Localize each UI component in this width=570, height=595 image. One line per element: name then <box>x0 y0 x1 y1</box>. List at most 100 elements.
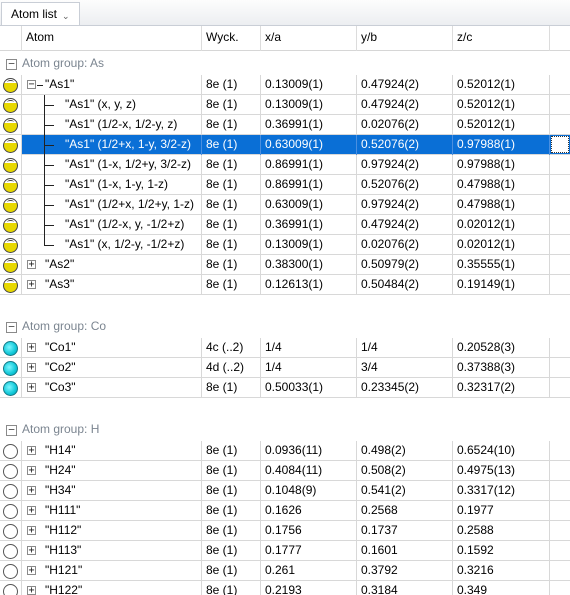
wyckoff-cell[interactable]: 8e (1) <box>202 541 261 561</box>
z-coordinate-cell[interactable]: 0.20528(3) <box>453 338 550 358</box>
x-coordinate-cell[interactable]: 0.0936(11) <box>261 441 357 461</box>
y-coordinate-cell[interactable]: 0.3792 <box>357 561 453 581</box>
atom-name-cell[interactable]: "As1" (1/2-x, y, -1/2+z) <box>0 215 202 235</box>
y-coordinate-cell[interactable]: 0.2568 <box>357 501 453 521</box>
x-coordinate-cell[interactable]: 0.36991(1) <box>261 215 357 235</box>
y-coordinate-cell[interactable]: 0.47924(2) <box>357 215 453 235</box>
x-coordinate-cell[interactable]: 0.38300(1) <box>261 255 357 275</box>
table-row[interactable]: "As1" (1/2-x, y, -1/2+z) 8e (1) 0.36991(1)… <box>0 215 570 235</box>
atom-name-cell[interactable]: "As1" (1/2+x, 1/2+y, 1-z) <box>0 195 202 215</box>
z-coordinate-cell[interactable]: 0.02012(1) <box>453 215 550 235</box>
y-coordinate-cell[interactable]: 0.52076(2) <box>357 175 453 195</box>
z-coordinate-cell[interactable]: 0.47988(1) <box>453 175 550 195</box>
atom-name-cell[interactable]: + "H112" <box>0 521 202 541</box>
x-coordinate-cell[interactable]: 0.86991(1) <box>261 175 357 195</box>
x-coordinate-cell[interactable]: 0.50033(1) <box>261 378 357 398</box>
collapse-icon[interactable]: − <box>6 321 17 333</box>
atom-list-tab[interactable]: Atom list ⌄ <box>1 2 80 25</box>
wyckoff-cell[interactable]: 8e (1) <box>202 215 261 235</box>
atom-name-cell[interactable]: "As1" (x, y, z) <box>0 95 202 115</box>
table-row[interactable]: + "Co3" 8e (1) 0.50033(1) 0.23345(2) 0.32317(… <box>0 378 570 398</box>
x-coordinate-cell[interactable]: 0.13009(1) <box>261 235 357 255</box>
expand-icon[interactable]: + <box>27 446 36 456</box>
y-coordinate-cell[interactable]: 0.23345(2) <box>357 378 453 398</box>
y-coordinate-cell[interactable]: 0.3184 <box>357 581 453 595</box>
atom-name-cell[interactable]: − "As1" <box>0 75 202 95</box>
x-coordinate-cell[interactable]: 1/4 <box>261 338 357 358</box>
x-coordinate-cell[interactable]: 0.36991(1) <box>261 115 357 135</box>
y-coordinate-cell[interactable]: 0.47924(2) <box>357 75 453 95</box>
wyckoff-cell[interactable]: 8e (1) <box>202 135 261 155</box>
table-row[interactable]: − "As1" 8e (1) 0.13009(1) 0.47924(2) 0.52012(… <box>0 75 570 95</box>
header-z[interactable]: z/c <box>453 26 550 51</box>
expand-icon[interactable]: + <box>27 343 36 353</box>
collapse-icon[interactable]: − <box>27 80 36 90</box>
header-wyck[interactable]: Wyck. <box>202 26 261 51</box>
table-row[interactable]: + "H24" 8e (1) 0.4084(11) 0.508(2) 0.4975(13) <box>0 461 570 481</box>
x-coordinate-cell[interactable]: 0.1777 <box>261 541 357 561</box>
wyckoff-cell[interactable]: 8e (1) <box>202 441 261 461</box>
wyckoff-cell[interactable]: 8e (1) <box>202 95 261 115</box>
z-coordinate-cell[interactable]: 0.35555(1) <box>453 255 550 275</box>
z-coordinate-cell[interactable]: 0.2588 <box>453 521 550 541</box>
z-coordinate-cell[interactable]: 0.3216 <box>453 561 550 581</box>
table-row[interactable]: "As1" (1-x, 1/2+y, 3/2-z) 8e (1) 0.86991(1… <box>0 155 570 175</box>
atom-name-cell[interactable]: + "H113" <box>0 541 202 561</box>
expand-icon[interactable]: + <box>27 506 36 516</box>
header-x[interactable]: x/a <box>261 26 357 51</box>
collapse-icon[interactable]: − <box>6 58 17 70</box>
wyckoff-cell[interactable]: 8e (1) <box>202 521 261 541</box>
header-atom[interactable]: Atom <box>22 26 202 51</box>
table-row[interactable]: + "As3" 8e (1) 0.12613(1) 0.50484(2) 0.19149(… <box>0 275 570 295</box>
table-row[interactable]: "As1" (1/2-x, 1/2-y, z) 8e (1) 0.36991(1) 0… <box>0 115 570 135</box>
wyckoff-cell[interactable]: 8e (1) <box>202 255 261 275</box>
wyckoff-cell[interactable]: 8e (1) <box>202 461 261 481</box>
z-coordinate-cell[interactable]: 0.3317(12) <box>453 481 550 501</box>
z-coordinate-cell[interactable]: 0.52012(1) <box>453 95 550 115</box>
atom-name-cell[interactable]: + "As2" <box>0 255 202 275</box>
table-row[interactable]: + "H111" 8e (1) 0.1626 0.2568 0.1977 <box>0 501 570 521</box>
atom-name-cell[interactable]: "As1" (1/2+x, 1-y, 3/2-z) <box>0 135 202 155</box>
table-row[interactable]: + "H121" 8e (1) 0.261 0.3792 0.3216 <box>0 561 570 581</box>
z-coordinate-cell[interactable]: 0.32317(2) <box>453 378 550 398</box>
wyckoff-cell[interactable]: 4d (..2) <box>202 358 261 378</box>
z-coordinate-cell[interactable]: 0.1977 <box>453 501 550 521</box>
y-coordinate-cell[interactable]: 0.97924(2) <box>357 155 453 175</box>
expand-icon[interactable]: + <box>27 566 36 576</box>
expand-icon[interactable]: + <box>27 363 36 373</box>
y-coordinate-cell[interactable]: 0.47924(2) <box>357 95 453 115</box>
expand-icon[interactable]: + <box>27 383 36 393</box>
wyckoff-cell[interactable]: 8e (1) <box>202 75 261 95</box>
atom-name-cell[interactable]: "As1" (1-x, 1/2+y, 3/2-z) <box>0 155 202 175</box>
z-coordinate-cell[interactable]: 0.6524(10) <box>453 441 550 461</box>
table-row[interactable]: "As1" (1-x, 1-y, 1-z) 8e (1) 0.86991(1) 0.5… <box>0 175 570 195</box>
x-coordinate-cell[interactable]: 0.63009(1) <box>261 135 357 155</box>
wyckoff-cell[interactable]: 8e (1) <box>202 378 261 398</box>
y-coordinate-cell[interactable]: 3/4 <box>357 358 453 378</box>
wyckoff-cell[interactable]: 8e (1) <box>202 195 261 215</box>
wyckoff-cell[interactable]: 8e (1) <box>202 581 261 595</box>
table-row[interactable]: + "H112" 8e (1) 0.1756 0.1737 0.2588 <box>0 521 570 541</box>
collapse-icon[interactable]: − <box>6 424 17 436</box>
z-coordinate-cell[interactable]: 0.19149(1) <box>453 275 550 295</box>
x-coordinate-cell[interactable]: 0.63009(1) <box>261 195 357 215</box>
table-row[interactable]: + "H113" 8e (1) 0.1777 0.1601 0.1592 <box>0 541 570 561</box>
atom-name-cell[interactable]: "As1" (1/2-x, 1/2-y, z) <box>0 115 202 135</box>
z-coordinate-cell[interactable]: 0.1592 <box>453 541 550 561</box>
z-coordinate-cell[interactable]: 0.97988(1) <box>453 135 550 155</box>
expand-icon[interactable]: + <box>27 546 36 556</box>
atom-name-cell[interactable]: + "Co1" <box>0 338 202 358</box>
x-coordinate-cell[interactable]: 0.1626 <box>261 501 357 521</box>
x-coordinate-cell[interactable]: 0.13009(1) <box>261 95 357 115</box>
table-row[interactable]: + "H122" 8e (1) 0.2193 0.3184 0.349 <box>0 581 570 595</box>
table-row[interactable]: "As1" (x, y, z) 8e (1) 0.13009(1) 0.47924(2… <box>0 95 570 115</box>
x-coordinate-cell[interactable]: 0.4084(11) <box>261 461 357 481</box>
y-coordinate-cell[interactable]: 0.02076(2) <box>357 115 453 135</box>
wyckoff-cell[interactable]: 4c (..2) <box>202 338 261 358</box>
z-coordinate-cell[interactable]: 0.37388(3) <box>453 358 550 378</box>
wyckoff-cell[interactable]: 8e (1) <box>202 115 261 135</box>
table-row[interactable]: "As1" (x, 1/2-y, -1/2+z) 8e (1) 0.13009(1)… <box>0 235 570 255</box>
z-coordinate-cell[interactable]: 0.349 <box>453 581 550 595</box>
wyckoff-cell[interactable]: 8e (1) <box>202 235 261 255</box>
atom-name-cell[interactable]: + "H121" <box>0 561 202 581</box>
